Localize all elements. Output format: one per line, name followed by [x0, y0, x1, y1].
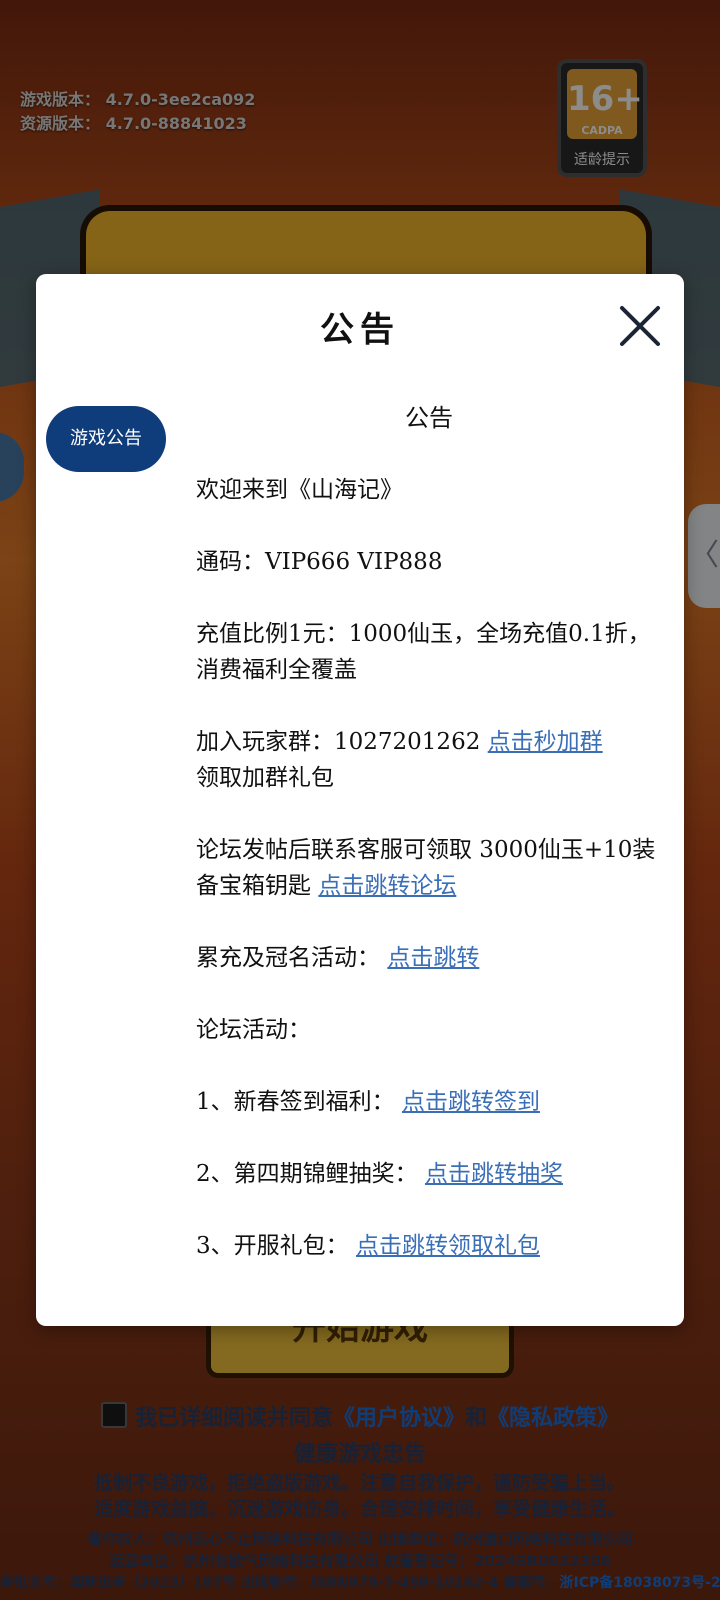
- code-text: 通码：VIP666 VIP888: [196, 549, 443, 575]
- naming-link[interactable]: 点击跳转: [387, 945, 479, 971]
- lottery-link[interactable]: 点击跳转抽奖: [425, 1161, 563, 1187]
- close-button[interactable]: [618, 304, 662, 348]
- sign-in-link[interactable]: 点击跳转签到: [402, 1089, 540, 1115]
- welcome-text: 欢迎来到《山海记》: [196, 477, 403, 503]
- announcement-modal: 公告 游戏公告 公告 欢迎来到《山海记》 通码：VIP666 VIP888 充值…: [36, 274, 684, 1326]
- modal-title: 公告: [320, 310, 400, 350]
- content-heading: 公告: [405, 404, 453, 432]
- list-item: 2、第四期锦鲤抽奖： 点击跳转抽奖: [196, 1161, 563, 1187]
- list-item: 3、开服礼包： 点击跳转领取礼包: [196, 1233, 540, 1259]
- announcement-content: 公告 欢迎来到《山海记》 通码：VIP666 VIP888 充值比例1元：100…: [196, 400, 662, 1300]
- gift-pack-link[interactable]: 点击跳转领取礼包: [356, 1233, 540, 1259]
- group-paragraph: 加入玩家群：1027201262 点击秒加群 领取加群礼包: [196, 729, 603, 791]
- forum-paragraph: 论坛发帖后联系客服可领取 3000仙玉+10装备宝箱钥匙 点击跳转论坛: [196, 837, 656, 899]
- join-group-link[interactable]: 点击秒加群: [488, 729, 603, 755]
- list-item: 1、新春签到福利： 点击跳转签到: [196, 1089, 540, 1115]
- tab-game-announcement[interactable]: 游戏公告: [46, 406, 166, 472]
- recharge-text: 充值比例1元：1000仙玉，全场充值0.1折，消费福利全覆盖: [196, 621, 651, 683]
- close-icon: [620, 306, 660, 346]
- forum-activity-heading: 论坛活动：: [196, 1017, 311, 1043]
- forum-link[interactable]: 点击跳转论坛: [318, 873, 456, 899]
- naming-paragraph: 累充及冠名活动： 点击跳转: [196, 945, 480, 971]
